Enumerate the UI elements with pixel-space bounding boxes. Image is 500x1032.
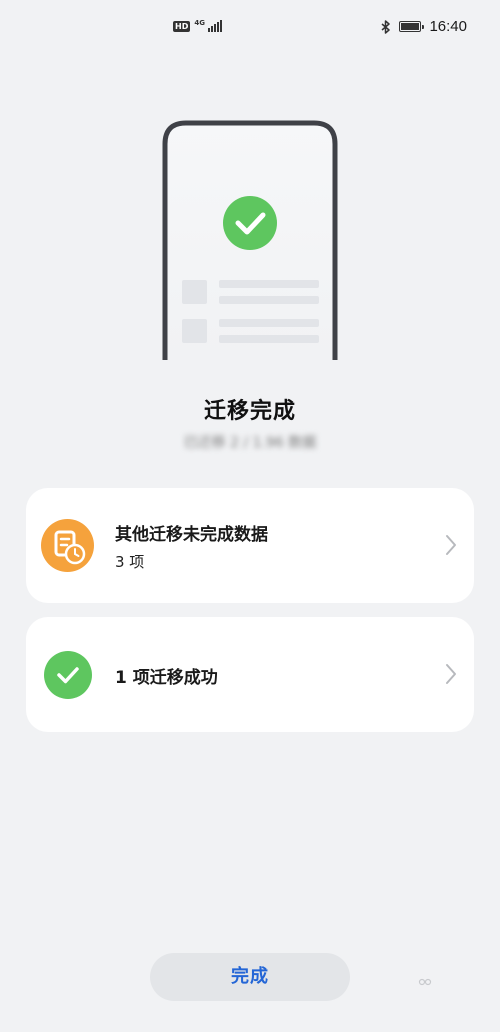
- success-card[interactable]: 1 项迁移成功: [26, 617, 474, 732]
- chevron-right-icon: [446, 664, 456, 684]
- card-title: 1 项迁移成功: [115, 668, 218, 688]
- signal-icon: [207, 20, 222, 32]
- card-title: 其他迁移未完成数据: [115, 525, 268, 545]
- document-clock-icon: [41, 519, 94, 572]
- check-circle-icon: [223, 196, 277, 250]
- status-bar: HD 4G 16:40: [0, 0, 500, 58]
- card-count: 3 项: [115, 553, 145, 571]
- page-title: 迁移完成: [203, 399, 296, 424]
- network-type: 4G: [194, 19, 205, 27]
- bluetooth-icon: [381, 19, 391, 34]
- page-subtitle: 已迁移 2 / 1.96 数据: [183, 435, 317, 451]
- status-right: 16:40: [381, 18, 467, 35]
- hd-icon: HD: [173, 20, 191, 32]
- chevron-right-icon: [446, 535, 456, 555]
- network-status: HD 4G: [173, 19, 222, 32]
- migration-illustration: [162, 120, 338, 360]
- gesture-indicator-icon: [418, 978, 432, 986]
- clock: 16:40: [429, 18, 467, 35]
- incomplete-data-card[interactable]: 其他迁移未完成数据 3 项: [26, 488, 474, 603]
- check-icon: [44, 651, 92, 699]
- battery-icon: [399, 21, 425, 32]
- done-button[interactable]: 完成: [150, 953, 350, 1001]
